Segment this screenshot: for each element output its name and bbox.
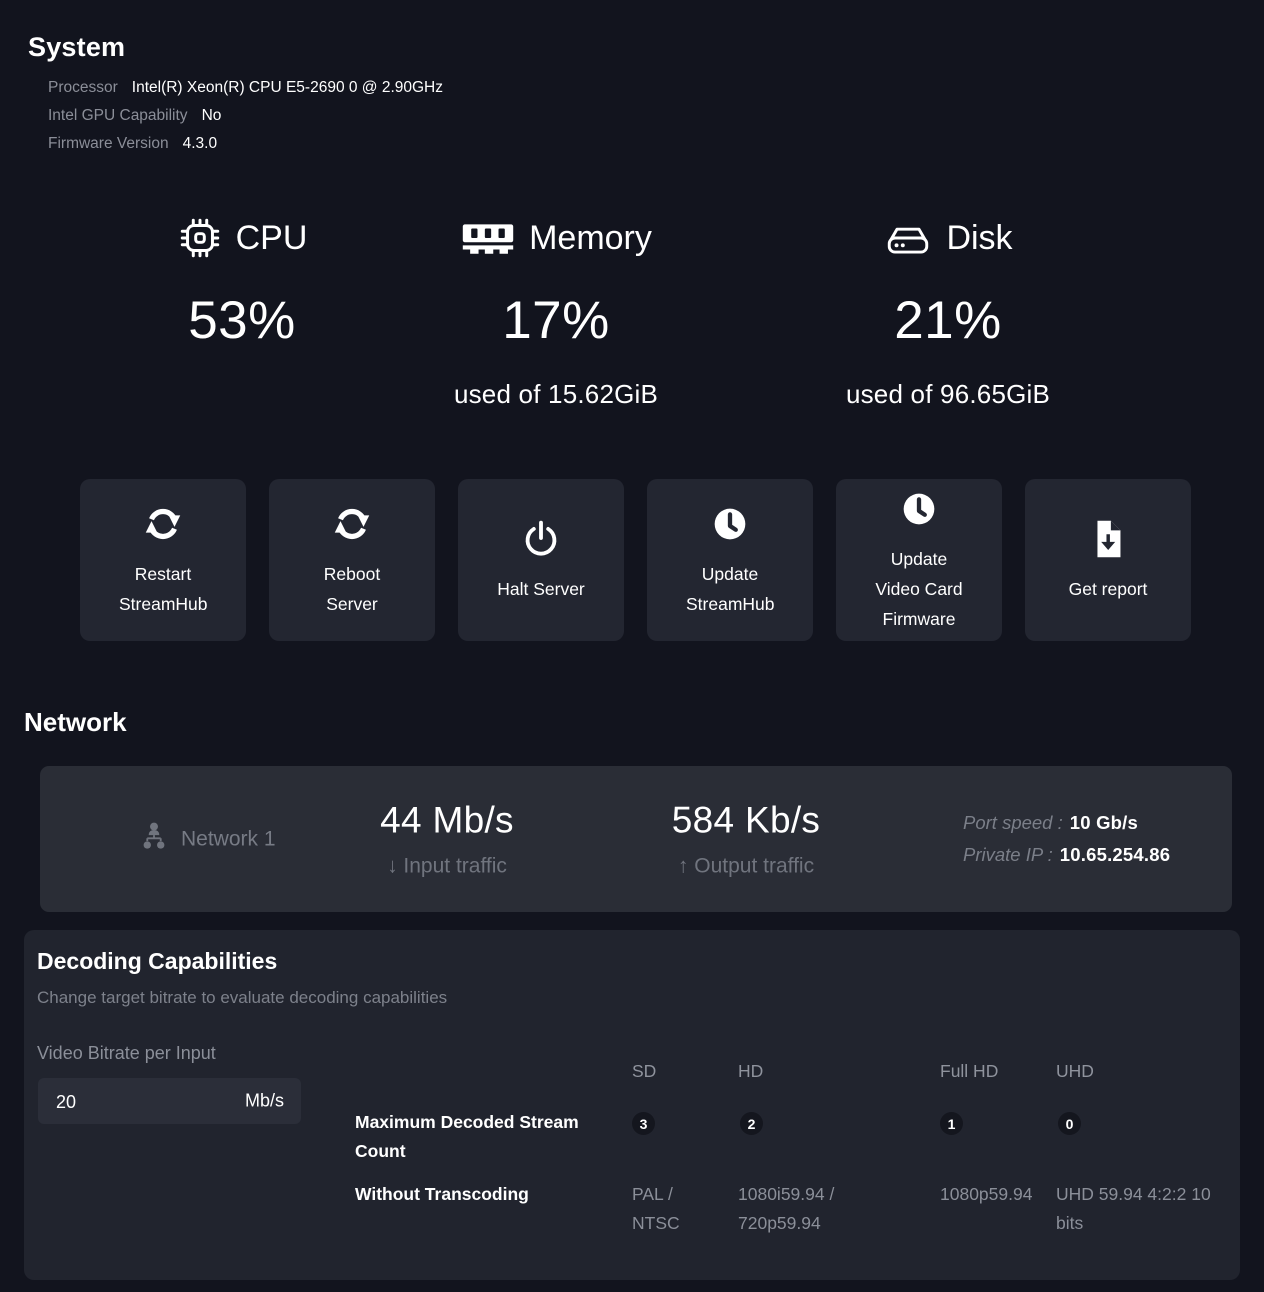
get-report-label: Get report xyxy=(1069,574,1148,604)
port-speed-label: Port speed : xyxy=(963,812,1063,833)
gpu-capability-value: No xyxy=(202,107,222,124)
firmware-version-label: Firmware Version xyxy=(48,135,169,152)
network-heading: Network xyxy=(24,707,127,738)
cpu-icon xyxy=(177,215,223,261)
bitrate-unit: Mb/s xyxy=(245,1091,284,1112)
decoding-capabilities-panel: Decoding Capabilities Change target bitr… xyxy=(24,930,1240,1280)
disk-stat: Disk 21% used of 96.65GiB xyxy=(758,210,1138,410)
gpu-capability-label: Intel GPU Capability xyxy=(48,107,188,124)
processor-value: Intel(R) Xeon(R) CPU E5-2690 0 @ 2.90GHz xyxy=(132,79,443,96)
restart-streamhub-button[interactable]: Restart StreamHub xyxy=(80,479,246,641)
disk-stat-label: Disk xyxy=(946,219,1012,258)
network-interface-name: Network 1 xyxy=(181,827,276,851)
output-traffic-stat: 584 Kb/s ↑ Output traffic xyxy=(672,800,820,879)
firmware-version-value: 4.3.0 xyxy=(183,135,217,152)
stream-count-badge-hd: 2 xyxy=(740,1112,763,1135)
halt-server-button[interactable]: Halt Server xyxy=(458,479,624,641)
get-report-button[interactable]: Get report xyxy=(1025,479,1191,641)
memory-percent: 17% xyxy=(366,290,746,351)
private-ip-value: 10.65.254.86 xyxy=(1060,844,1170,865)
private-ip-row: Private IP : 10.65.254.86 xyxy=(963,839,1170,871)
bitrate-label: Video Bitrate per Input xyxy=(37,1043,216,1064)
decoding-title: Decoding Capabilities xyxy=(37,948,277,975)
column-header-full-hd: Full HD xyxy=(940,1061,998,1082)
cpu-stat-label: CPU xyxy=(236,219,308,258)
without-transcoding-uhd: UHD 59.94 4:2:2 10 bits xyxy=(1056,1180,1224,1238)
stream-count-badge-uhd: 0 xyxy=(1058,1112,1081,1135)
column-header-hd: HD xyxy=(738,1061,763,1082)
without-transcoding-label: Without Transcoding xyxy=(355,1180,600,1209)
memory-icon xyxy=(460,217,516,259)
disk-percent: 21% xyxy=(758,290,1138,351)
update-streamhub-label: Update StreamHub xyxy=(686,559,774,619)
system-heading: System xyxy=(28,32,125,63)
report-download-icon xyxy=(1085,516,1131,562)
reboot-server-button[interactable]: Reboot Server xyxy=(269,479,435,641)
sync-icon xyxy=(329,501,375,547)
halt-server-label: Halt Server xyxy=(497,574,585,604)
dashboard-page: System Processor Intel(R) Xeon(R) CPU E5-… xyxy=(0,0,1264,1292)
bitrate-input-group: Mb/s xyxy=(38,1078,301,1124)
input-traffic-label: ↓ Input traffic xyxy=(380,855,514,879)
column-header-uhd: UHD xyxy=(1056,1061,1094,1082)
disk-detail: used of 96.65GiB xyxy=(758,379,1138,410)
memory-detail: used of 15.62GiB xyxy=(366,379,746,410)
output-traffic-label: ↑ Output traffic xyxy=(672,855,820,879)
update-streamhub-button[interactable]: Update StreamHub xyxy=(647,479,813,641)
stream-count-badge-full-hd: 1 xyxy=(940,1112,963,1135)
column-header-sd: SD xyxy=(632,1061,656,1082)
max-decoded-stream-count-label: Maximum Decoded Stream Count xyxy=(355,1108,600,1166)
sitemap-icon xyxy=(137,820,171,859)
clock-icon xyxy=(707,501,753,547)
port-speed-value: 10 Gb/s xyxy=(1070,812,1138,833)
without-transcoding-full-hd: 1080p59.94 xyxy=(940,1180,1060,1209)
without-transcoding-hd: 1080i59.94 / 720p59.94 xyxy=(738,1180,868,1238)
system-actions: Restart StreamHub Reboot Server xyxy=(80,479,1192,641)
output-traffic-value: 584 Kb/s xyxy=(672,800,820,842)
system-info: Processor Intel(R) Xeon(R) CPU E5-2690 0 … xyxy=(48,78,443,162)
processor-label: Processor xyxy=(48,79,118,96)
info-row-processor: Processor Intel(R) Xeon(R) CPU E5-2690 0 … xyxy=(48,78,443,98)
input-traffic-stat: 44 Mb/s ↓ Input traffic xyxy=(380,800,514,879)
memory-stat-label: Memory xyxy=(529,219,652,258)
stream-count-badge-sd: 3 xyxy=(632,1112,655,1135)
sync-icon xyxy=(140,501,186,547)
update-video-card-firmware-label: Update Video Card Firmware xyxy=(875,544,963,634)
reboot-server-label: Reboot Server xyxy=(308,559,396,619)
power-icon xyxy=(518,516,564,562)
clock-icon xyxy=(896,486,942,532)
port-speed-row: Port speed : 10 Gb/s xyxy=(963,807,1170,839)
network-meta: Port speed : 10 Gb/s Private IP : 10.65.25… xyxy=(963,807,1170,871)
restart-streamhub-label: Restart StreamHub xyxy=(119,559,207,619)
info-row-firmware: Firmware Version 4.3.0 xyxy=(48,134,443,154)
network-interface-card: Network 1 44 Mb/s ↓ Input traffic 584 Kb… xyxy=(40,766,1232,912)
decoding-subtitle: Change target bitrate to evaluate decodi… xyxy=(37,988,447,1008)
network-interface-id: Network 1 xyxy=(137,820,276,859)
without-transcoding-sd: PAL / NTSC xyxy=(632,1180,702,1238)
bitrate-input[interactable] xyxy=(38,1078,238,1126)
private-ip-label: Private IP : xyxy=(963,844,1053,865)
update-video-card-firmware-button[interactable]: Update Video Card Firmware xyxy=(836,479,1002,641)
input-traffic-value: 44 Mb/s xyxy=(380,800,514,842)
memory-stat: Memory 17% used of 15.62GiB xyxy=(366,210,746,410)
disk-icon xyxy=(883,217,933,259)
info-row-gpu: Intel GPU Capability No xyxy=(48,106,443,126)
